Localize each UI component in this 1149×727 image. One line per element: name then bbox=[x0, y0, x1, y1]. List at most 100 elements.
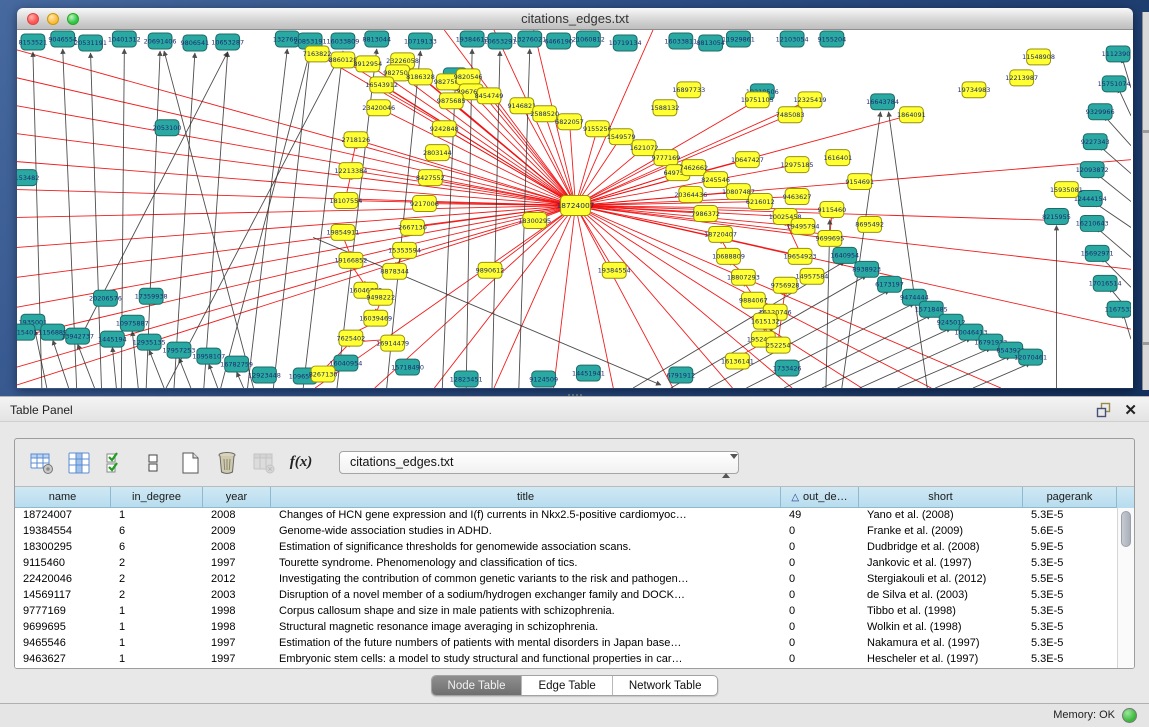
table-row[interactable]: 1872400712008Changes of HCN gene express… bbox=[15, 508, 1117, 524]
graph-node-label: 8695492 bbox=[855, 221, 884, 229]
column-header-short[interactable]: short bbox=[859, 487, 1023, 508]
graph-node-label: 19654923 bbox=[784, 253, 817, 261]
column-header-in_degree[interactable]: in_degree bbox=[111, 487, 203, 508]
table-panel-title: Table Panel bbox=[10, 403, 73, 417]
table-row[interactable]: 1456911722003Disruption of a novel membe… bbox=[15, 588, 1117, 604]
graph-node-label: 17359938 bbox=[135, 293, 168, 301]
table-row[interactable]: 1830029562008Estimation of significance … bbox=[15, 540, 1117, 556]
graph-node-label: 2718126 bbox=[341, 136, 370, 144]
graph-node-label: 7462662 bbox=[679, 164, 708, 172]
table-body: 1872400712008Changes of HCN gene express… bbox=[15, 508, 1117, 668]
graph-node-label: 8878344 bbox=[380, 268, 409, 276]
graph-node-label: 1588132 bbox=[651, 104, 680, 112]
table-row[interactable]: 946362711997Embryonic stem cells: a mode… bbox=[15, 652, 1117, 668]
background-panel-edge bbox=[1142, 12, 1149, 390]
graph-node-label: 8938923 bbox=[852, 266, 881, 274]
graph-node-label: 1615132 bbox=[751, 317, 780, 325]
graph-node-label: 7625402 bbox=[337, 334, 366, 342]
select-rows-check-icon[interactable] bbox=[103, 450, 129, 476]
table-row[interactable]: 1938455462009Genome-wide association stu… bbox=[15, 524, 1117, 540]
network-canvas[interactable]: 1872400781535219046554205311911040131220… bbox=[17, 30, 1133, 388]
table-cell: Jankovic et al. (1997) bbox=[859, 556, 1023, 572]
table-cell: 5.3E-5 bbox=[1023, 652, 1117, 668]
column-header-name[interactable]: name bbox=[15, 487, 111, 508]
table-row[interactable]: 911546021997Tourette syndrome. Phenomeno… bbox=[15, 556, 1117, 572]
graph-node-label: 13276021 bbox=[513, 35, 546, 43]
column-header-out_de[interactable]: △out_de… bbox=[781, 487, 859, 508]
citation-network-graph[interactable]: 1872400781535219046554205311911040131220… bbox=[17, 30, 1131, 388]
tab-edge-table[interactable]: Edge Table bbox=[522, 676, 612, 695]
function-builder-icon[interactable]: f(x) bbox=[288, 450, 314, 476]
float-panel-icon[interactable] bbox=[1096, 402, 1112, 418]
graph-node-label: 8153482 bbox=[17, 174, 39, 182]
graph-node-label: 1616401 bbox=[823, 154, 852, 162]
delete-table-icon[interactable] bbox=[251, 450, 277, 476]
table-panel-body: f(x) citations_edges.txt namein_degreeye… bbox=[14, 438, 1135, 669]
table-cell: 2 bbox=[111, 588, 203, 604]
table-cell: Estimation of the future numbers of pati… bbox=[271, 636, 781, 652]
table-selector-dropdown[interactable]: citations_edges.txt bbox=[339, 451, 739, 474]
column-header-pagerank[interactable]: pagerank bbox=[1023, 487, 1117, 508]
graph-node-label: 16033811 bbox=[664, 37, 697, 45]
zoom-window-button[interactable] bbox=[67, 13, 79, 25]
graph-node-label: 10975887 bbox=[116, 319, 149, 327]
minimize-window-button[interactable] bbox=[47, 13, 59, 25]
table-row[interactable]: 2242004622012Investigating the contribut… bbox=[15, 572, 1117, 588]
graph-node-label: 12325419 bbox=[794, 96, 827, 104]
new-table-icon[interactable] bbox=[177, 450, 203, 476]
graph-node-label: 10688809 bbox=[712, 253, 745, 261]
tab-node-table[interactable]: Node Table bbox=[432, 676, 523, 695]
table-cell: 2 bbox=[111, 572, 203, 588]
graph-node-label: 11123901 bbox=[1102, 50, 1131, 58]
table-cell: 2 bbox=[111, 556, 203, 572]
tab-network-table[interactable]: Network Table bbox=[613, 676, 718, 695]
table-vertical-scrollbar[interactable] bbox=[1117, 508, 1134, 668]
sort-ascending-icon: △ bbox=[791, 492, 799, 503]
close-window-button[interactable] bbox=[27, 13, 39, 25]
graph-node-label: 9474444 bbox=[900, 294, 929, 302]
table-cell: Stergiakouli et al. (2012) bbox=[859, 572, 1023, 588]
memory-status-indicator[interactable] bbox=[1122, 708, 1137, 723]
graph-node-label: 9146821 bbox=[507, 102, 536, 110]
graph-node-label: 8813054 bbox=[696, 39, 725, 47]
close-panel-icon[interactable]: ✕ bbox=[1124, 403, 1137, 418]
graph-node-label: 8245546 bbox=[701, 176, 730, 184]
table-row[interactable]: 969969511998Structural magnetic resonanc… bbox=[15, 620, 1117, 636]
graph-node-label: 9806541 bbox=[181, 39, 210, 47]
row-height-icon[interactable] bbox=[140, 450, 166, 476]
column-select-icon[interactable] bbox=[66, 450, 92, 476]
graph-node-label: 2803144 bbox=[423, 149, 452, 157]
table-cell: 0 bbox=[781, 540, 859, 556]
table-settings-icon[interactable] bbox=[29, 450, 55, 476]
table-cell: 1997 bbox=[203, 556, 271, 572]
table-cell: 9115460 bbox=[15, 556, 111, 572]
network-view-desktop: citations_edges.txt 18724007815352190465… bbox=[0, 0, 1149, 396]
table-cell: 5.3E-5 bbox=[1023, 636, 1117, 652]
graph-node-label: 17957253 bbox=[163, 346, 196, 354]
delete-columns-icon[interactable] bbox=[214, 450, 240, 476]
graph-node-label: 9155256 bbox=[583, 125, 612, 133]
graph-node-label: 8186328 bbox=[406, 73, 435, 81]
column-header-year[interactable]: year bbox=[203, 487, 271, 508]
graph-node-label: 8215955 bbox=[1042, 213, 1071, 221]
scrollbar-thumb[interactable] bbox=[1121, 511, 1131, 547]
graph-node-label: 9498222 bbox=[366, 294, 395, 302]
graph-node-label: 12070461 bbox=[1014, 353, 1047, 361]
graph-node-label: 18107554 bbox=[329, 197, 362, 205]
table-row[interactable]: 977716911998Corpus callosum shape and si… bbox=[15, 604, 1117, 620]
column-header-title[interactable]: title bbox=[271, 487, 781, 508]
table-cell: 49 bbox=[781, 508, 859, 524]
graph-node-label: 19854911 bbox=[327, 229, 360, 237]
network-window-titlebar[interactable]: citations_edges.txt bbox=[17, 8, 1133, 30]
table-type-tabs: Node TableEdge TableNetwork Table bbox=[431, 675, 719, 696]
status-bar: Memory: OK bbox=[0, 703, 1149, 727]
graph-node-label: 19734983 bbox=[958, 86, 991, 94]
graph-node-label: 3915401 bbox=[17, 328, 37, 336]
table-row[interactable]: 946554611997Estimation of the future num… bbox=[15, 636, 1117, 652]
graph-node-label: 15692971 bbox=[1081, 250, 1114, 258]
table-cell: 5.3E-5 bbox=[1023, 604, 1117, 620]
graph-node-label: 9777169 bbox=[652, 154, 681, 162]
table-cell: Tibbo et al. (1998) bbox=[859, 604, 1023, 620]
graph-node-label: 6466190 bbox=[544, 37, 573, 45]
graph-node-label: 20531191 bbox=[74, 39, 107, 47]
